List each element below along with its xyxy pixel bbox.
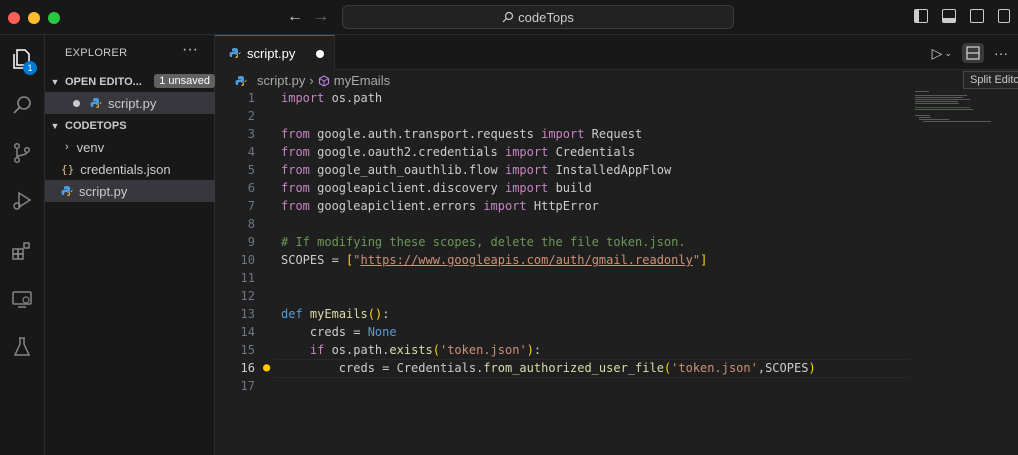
explorer-sidebar: EXPLORER ··· ▼ OPEN EDITO... 1 unsaved s… (45, 35, 215, 455)
explorer-badge: 1 (23, 61, 37, 75)
run-debug-icon[interactable] (8, 187, 36, 215)
code-line[interactable]: from google.oauth2.credentials import Cr… (281, 145, 635, 159)
chevron-down-icon: ▼ (50, 77, 60, 87)
line-number: 11 (240, 271, 255, 285)
line-number: 14 (240, 325, 255, 339)
tree-item-credentials[interactable]: {} credentials.json (45, 158, 215, 180)
tree-item-venv[interactable]: › venv (45, 136, 215, 158)
back-arrow-icon[interactable]: ← (287, 8, 303, 26)
open-editors-section[interactable]: ▼ OPEN EDITO... 1 unsaved (45, 71, 215, 93)
breadcrumb-file[interactable]: script.py (257, 73, 305, 88)
line-number: 9 (247, 235, 255, 249)
tab-label: script.py (247, 45, 296, 61)
editor-more-actions-icon[interactable]: ··· (994, 45, 1008, 61)
line-number: 6 (247, 181, 255, 195)
code-line[interactable]: if os.path.exists('token.json'): (281, 343, 541, 357)
activity-bar: 1 (0, 35, 45, 455)
code-line[interactable]: from google.auth.transport.requests impo… (281, 127, 642, 141)
chevron-down-icon: ▼ (50, 121, 60, 131)
source-control-icon[interactable] (8, 139, 36, 167)
json-file-icon: {} (61, 162, 75, 176)
sidebar-title: EXPLORER (65, 47, 128, 59)
command-center[interactable]: codeTops (342, 5, 734, 29)
open-editor-item[interactable]: script.py (45, 92, 215, 114)
line-number: 7 (247, 199, 255, 213)
split-editor-tooltip: Split Editor (963, 71, 1018, 89)
line-number: 4 (247, 145, 255, 159)
codetops-folder-section[interactable]: ▼ CODETOPS (45, 115, 215, 137)
minimize-window-button[interactable] (28, 12, 40, 24)
code-line[interactable]: from googleapiclient.errors import HttpE… (281, 199, 599, 213)
unsaved-dot-icon[interactable] (73, 99, 80, 107)
explorer-activity-icon[interactable]: 1 (8, 45, 37, 75)
chevron-right-icon: › (65, 141, 69, 153)
code-line[interactable]: from googleapiclient.discovery import bu… (281, 181, 592, 195)
tab-bar: script.py ▷ ⌄ ··· (215, 35, 1018, 70)
unsaved-badge: 1 unsaved (154, 74, 215, 88)
code-line[interactable]: creds = None (281, 325, 397, 339)
unsaved-dot-icon[interactable] (316, 50, 324, 58)
line-number: 2 (247, 109, 255, 123)
extensions-icon[interactable] (8, 237, 36, 265)
toggle-panel-icon[interactable] (942, 9, 956, 23)
chevron-right-icon: › (309, 73, 314, 88)
breadcrumb-symbol[interactable]: myEmails (334, 73, 390, 88)
editor-area: script.py ▷ ⌄ ··· Split Editor script.py… (215, 35, 1018, 455)
method-cube-icon (318, 74, 329, 87)
python-file-icon (229, 48, 241, 58)
line-number: 1 (247, 91, 255, 105)
python-file-icon (235, 75, 247, 86)
more-actions-icon[interactable]: ··· (182, 41, 198, 59)
code-line[interactable]: from google_auth_oauthlib.flow import In… (281, 163, 671, 177)
run-dropdown-chevron-icon[interactable]: ⌄ (944, 48, 952, 59)
tree-item-label: credentials.json (80, 161, 171, 177)
open-editors-label: OPEN EDITO... (65, 76, 142, 88)
line-number: 16 (240, 361, 255, 375)
minimap[interactable] (915, 91, 995, 131)
split-editor-button[interactable] (962, 43, 984, 63)
line-number: 10 (240, 253, 255, 267)
tree-item-script[interactable]: script.py (45, 180, 215, 202)
line-number: 12 (240, 289, 255, 303)
line-number: 3 (247, 127, 255, 141)
maximize-window-button[interactable] (48, 12, 60, 24)
search-icon (502, 11, 514, 23)
forward-arrow-icon[interactable]: → (313, 8, 329, 26)
code-line[interactable]: import os.path (281, 91, 382, 105)
tree-item-label: venv (76, 139, 105, 155)
code-line[interactable]: creds = Credentials.from_authorized_user… (281, 361, 816, 375)
tab-script-py[interactable]: script.py (215, 35, 335, 70)
split-editor-icon (966, 46, 980, 60)
remote-explorer-icon[interactable] (8, 285, 36, 313)
line-number: 17 (240, 379, 255, 393)
close-window-button[interactable] (8, 12, 20, 24)
toggle-primary-sidebar-icon[interactable] (914, 9, 928, 23)
line-number: 5 (247, 163, 255, 177)
python-file-icon (61, 186, 73, 196)
breadcrumb: script.py › myEmails (235, 73, 390, 88)
line-number: 15 (240, 343, 255, 357)
title-bar: ← → codeTops (0, 0, 1018, 35)
python-file-icon (90, 98, 102, 108)
folder-label: CODETOPS (65, 120, 127, 132)
line-number: 13 (240, 307, 255, 321)
window-title: codeTops (518, 9, 574, 25)
run-play-icon[interactable]: ▷ (932, 45, 943, 62)
customize-layout-icon[interactable] (998, 9, 1010, 23)
code-line[interactable]: SCOPES = ["https://www.googleapis.com/au… (281, 253, 707, 267)
toggle-secondary-sidebar-icon[interactable] (970, 9, 984, 23)
testing-flask-icon[interactable] (8, 333, 36, 361)
lightbulb-icon[interactable]: ● (263, 360, 270, 374)
tree-item-label: script.py (79, 183, 128, 199)
code-line[interactable]: def myEmails(): (281, 307, 389, 321)
line-number: 8 (247, 217, 255, 231)
code-line[interactable]: # If modifying these scopes, delete the … (281, 235, 686, 249)
open-editor-filename: script.py (108, 95, 157, 111)
search-activity-icon[interactable] (8, 91, 36, 119)
